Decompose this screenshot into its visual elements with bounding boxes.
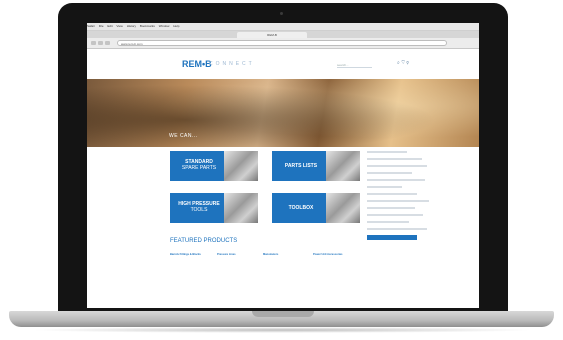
camera-icon: [280, 12, 283, 15]
reload-button[interactable]: [105, 41, 110, 45]
menu-item[interactable]: Help: [173, 24, 179, 28]
featured-column: Barrels Fittings & Blocks: [170, 253, 201, 257]
menu-item[interactable]: Safari: [87, 24, 95, 28]
sidebar-line: [367, 207, 415, 209]
sidebar: [367, 151, 447, 301]
tab-bar: REM-B: [87, 31, 479, 38]
sidebar-line: [367, 186, 402, 188]
laptop-base: [9, 311, 554, 327]
tile-label: TOOLBOX: [276, 205, 326, 211]
sidebar-line: [367, 221, 409, 223]
tile-image: [326, 193, 360, 223]
site-logo[interactable]: REM•B: [182, 59, 212, 69]
search-input[interactable]: search...: [337, 63, 372, 68]
logo-tagline: CONNECT: [209, 61, 255, 67]
url-input[interactable]: www.rem-b.com: [117, 40, 447, 46]
sidebar-line: [367, 151, 407, 153]
tile-parts-lists[interactable]: PARTS LISTS: [272, 151, 360, 181]
featured-heading[interactable]: Barrels Fittings & Blocks: [170, 253, 201, 257]
sidebar-button[interactable]: [367, 235, 417, 240]
hero-banner: WE CAN...: [87, 79, 479, 147]
sidebar-line: [367, 179, 425, 181]
menu-item[interactable]: View: [116, 24, 122, 28]
featured-heading[interactable]: Power Unit Accessories: [313, 253, 342, 257]
tile-label-line2: TOOLS: [190, 207, 208, 213]
sidebar-line: [367, 158, 422, 160]
tile-image: [224, 151, 258, 181]
site-header: REM•B CONNECT search... ⌕ ♡ ⚲: [87, 49, 479, 79]
menu-item[interactable]: Bookmarks: [140, 24, 155, 28]
tile-label-line2: SPARE PARTS: [181, 165, 217, 171]
tile-label-line1: TOOLBOX: [288, 205, 314, 211]
header-icons[interactable]: ⌕ ♡ ⚲: [397, 60, 409, 66]
tile-image: [224, 193, 258, 223]
tile-high-pressure-tools[interactable]: HIGH PRESSURE TOOLS: [170, 193, 258, 223]
tile-standard-spare-parts[interactable]: STANDARD SPARE PARTS: [170, 151, 258, 181]
tile-label-line1: PARTS LISTS: [284, 163, 318, 169]
tile-label: PARTS LISTS: [276, 163, 326, 169]
sidebar-line: [367, 193, 417, 195]
tile-label: HIGH PRESSURE TOOLS: [174, 201, 224, 213]
tile-image: [326, 151, 360, 181]
menu-item[interactable]: Window: [159, 24, 170, 28]
menu-item[interactable]: History: [127, 24, 136, 28]
featured-title: FEATURED PRODUCTS: [170, 238, 238, 244]
sidebar-line: [367, 200, 429, 202]
featured-column: Pressure Lines: [217, 253, 236, 257]
laptop-notch: [252, 311, 314, 317]
sidebar-line: [367, 165, 427, 167]
laptop-shadow: [30, 327, 535, 333]
featured-column: Manometers: [263, 253, 278, 257]
featured-column: Power Unit Accessories: [313, 253, 342, 257]
back-button[interactable]: [91, 41, 96, 45]
menu-bar: Safari File Edit View History Bookmarks …: [87, 23, 479, 31]
hero-text: WE CAN...: [169, 133, 198, 139]
address-bar-area: www.rem-b.com: [87, 38, 479, 49]
laptop-screen: Safari File Edit View History Bookmarks …: [87, 23, 479, 308]
featured-heading[interactable]: Manometers: [263, 253, 278, 257]
menu-item[interactable]: Edit: [107, 24, 112, 28]
sidebar-line: [367, 172, 412, 174]
forward-button[interactable]: [98, 41, 103, 45]
sidebar-line: [367, 228, 427, 230]
featured-heading[interactable]: Pressure Lines: [217, 253, 236, 257]
hero-image: [87, 79, 479, 147]
tile-toolbox[interactable]: TOOLBOX: [272, 193, 360, 223]
sidebar-line: [367, 214, 423, 216]
menu-item[interactable]: File: [99, 24, 104, 28]
tile-label: STANDARD SPARE PARTS: [174, 159, 224, 171]
